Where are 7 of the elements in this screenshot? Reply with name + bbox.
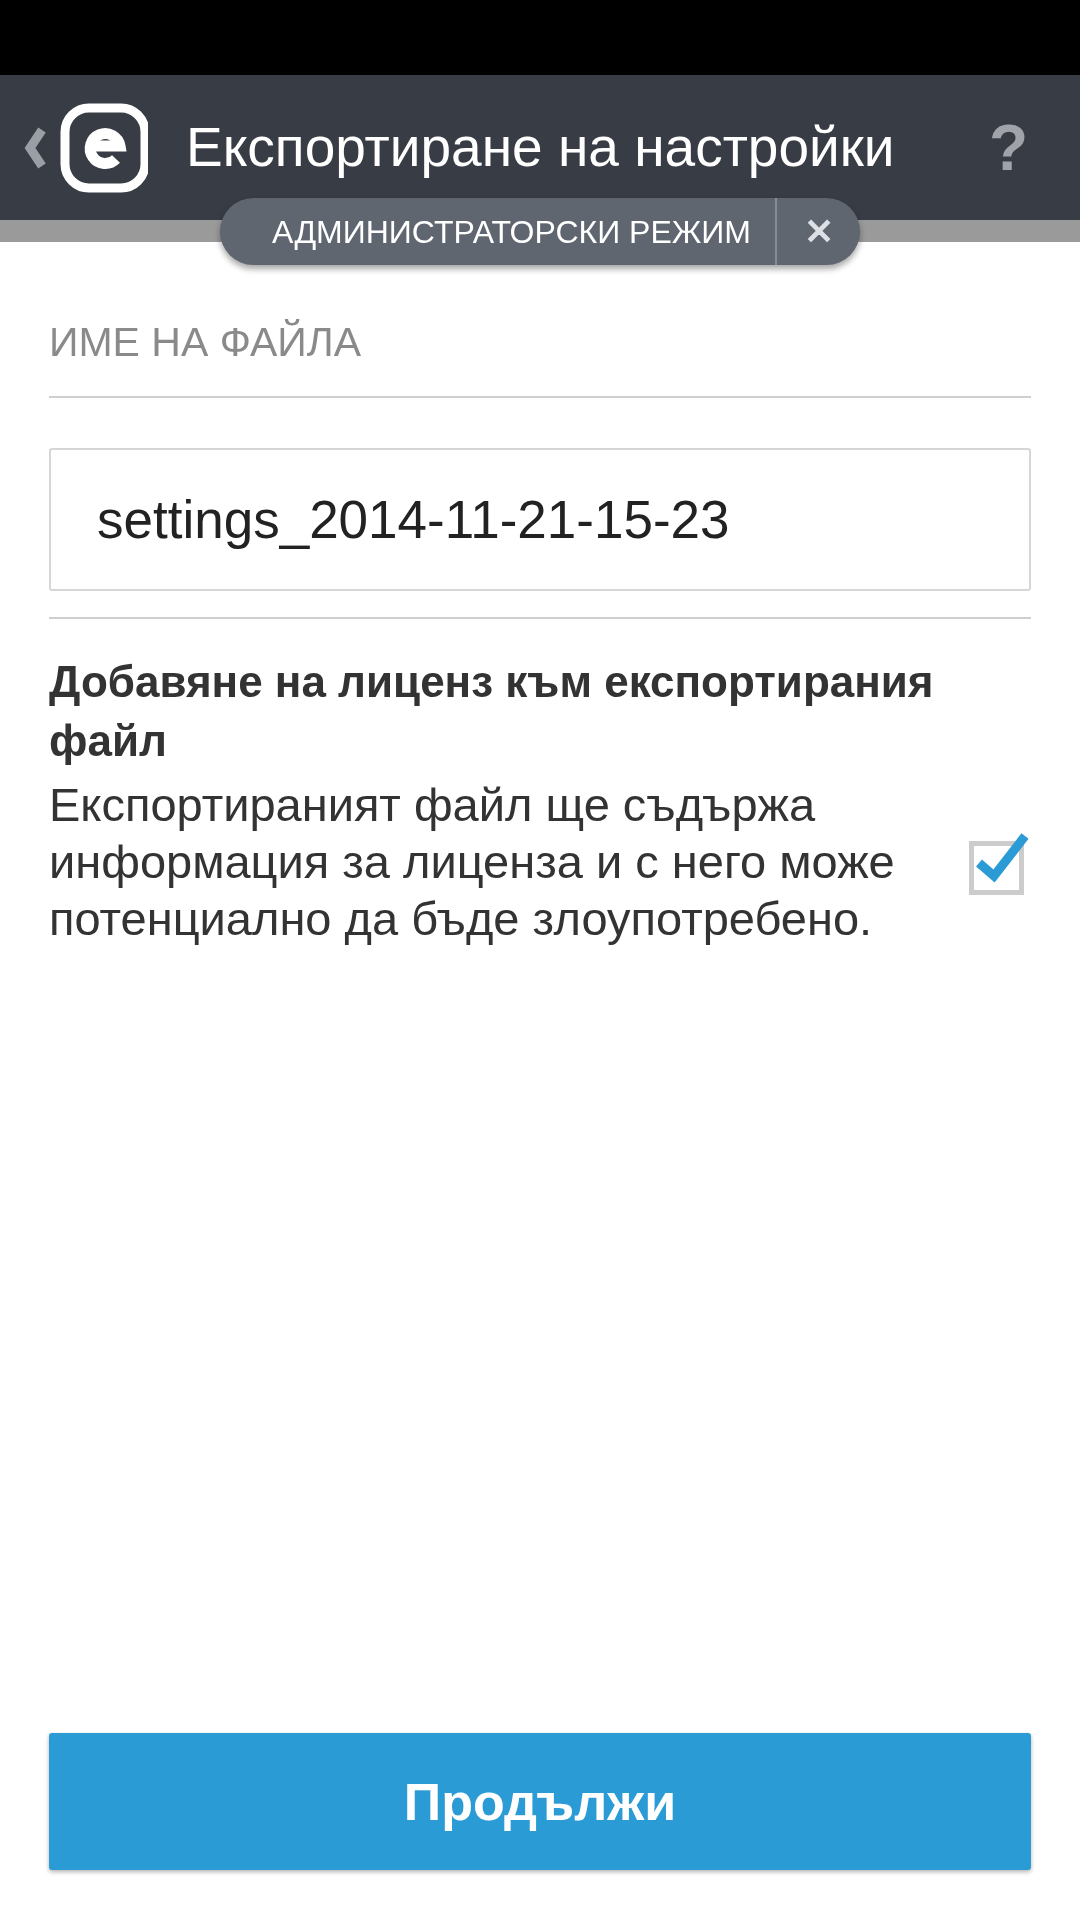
filename-input[interactable]: settings_2014-11-21-15-23 (49, 448, 1031, 591)
option-title: Добавяне на лиценз към експортирания файл (49, 656, 935, 767)
help-button[interactable]: ? (988, 115, 1028, 180)
close-button[interactable]: ✕ (777, 204, 860, 259)
option-description: Експортираният файл ще съдържа информация за лиценза и с него може потенциално да бъде злоупотребено. (49, 777, 896, 947)
admin-mode-label: АДМИНИСТРАТОРСКИ РЕЖИМ (271, 212, 752, 252)
continue-button[interactable]: Продължи (49, 1733, 1031, 1870)
